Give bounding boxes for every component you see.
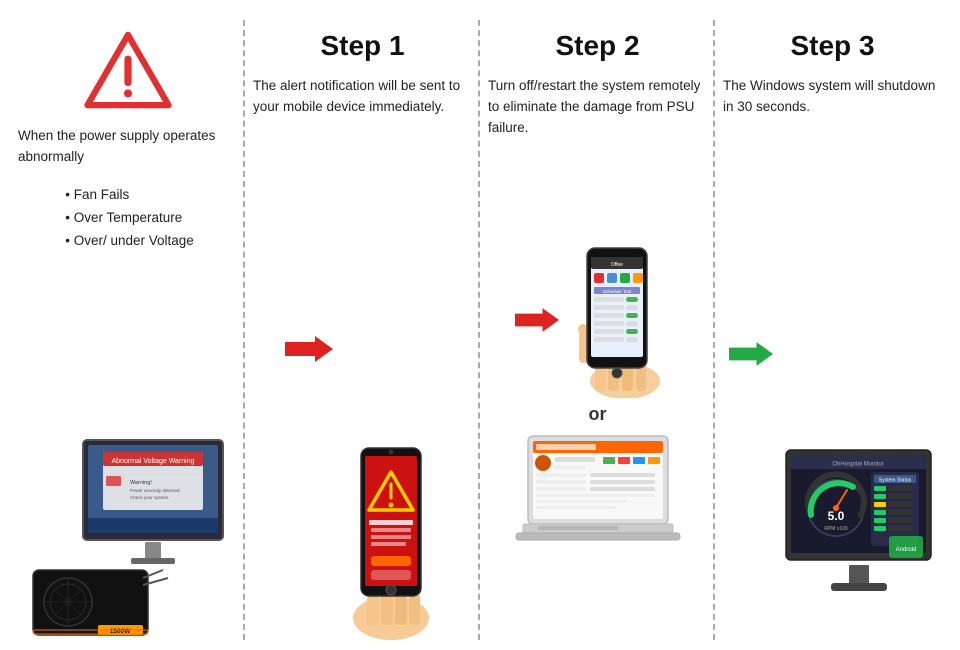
red-arrow-2	[515, 306, 559, 334]
column-step3: Step 3 The Windows system will shutdown …	[715, 20, 950, 640]
step3-image-area: OhHospital Monitor 5.0 RPM x100 System S…	[729, 128, 936, 640]
svg-text:OhHospital Monitor: OhHospital Monitor	[832, 462, 883, 468]
bullet-over-temp: Over Temperature	[65, 207, 194, 230]
bullet-fan-fails: Fan Fails	[65, 184, 194, 207]
column-warning: When the power supply operates abnormall…	[10, 20, 245, 640]
laptop-svg	[508, 431, 688, 546]
warning-triangle-icon	[83, 30, 173, 110]
phone-hand-tap-svg: Offee Schedule Tool	[565, 243, 680, 398]
psu-monitor-svg: Abnormal Voltage Warning Warning! Power …	[23, 430, 233, 640]
svg-text:Offee: Offee	[611, 262, 623, 268]
main-container: When the power supply operates abnormall…	[0, 0, 960, 650]
monitor-step3-svg: OhHospital Monitor 5.0 RPM x100 System S…	[781, 440, 936, 640]
bullet-over-voltage: Over/ under Voltage	[65, 230, 194, 253]
step3-description: The Windows system will shutdown in 30 s…	[723, 76, 942, 118]
red-arrow-1	[285, 334, 333, 364]
step1-heading: Step 1	[320, 30, 404, 62]
warning-bullet-list: Fan Fails Over Temperature Over/ under V…	[65, 184, 194, 253]
green-arrow	[729, 340, 773, 368]
svg-text:5.0: 5.0	[828, 509, 845, 523]
column-step2: Step 2 Turn off/restart the system remot…	[480, 20, 715, 640]
or-text: or	[589, 404, 607, 425]
svg-text:Check your system.: Check your system.	[130, 495, 170, 500]
step2-description: Turn off/restart the system remotely to …	[488, 76, 707, 139]
svg-text:Android: Android	[896, 547, 917, 553]
svg-text:Power anomaly detected.: Power anomaly detected.	[130, 488, 181, 493]
step1-image-area	[253, 128, 472, 640]
step2-images: Offee Schedule Tool	[488, 149, 707, 640]
svg-text:Abnormal Voltage Warning: Abnormal Voltage Warning	[111, 458, 194, 465]
svg-text:Warning!: Warning!	[130, 480, 152, 486]
psu-monitor-image-area: Abnormal Voltage Warning Warning! Power …	[18, 253, 237, 640]
svg-text:Schedule Tool: Schedule Tool	[603, 289, 631, 294]
svg-text:RPM x100: RPM x100	[824, 526, 848, 532]
step1-description: The alert notification will be sent to y…	[253, 76, 472, 118]
step3-heading: Step 3	[790, 30, 874, 62]
step2-heading: Step 2	[555, 30, 639, 62]
warning-description: When the power supply operates abnormall…	[18, 126, 237, 168]
svg-text:System Status: System Status	[879, 478, 912, 484]
column-step1: Step 1 The alert notification will be se…	[245, 20, 480, 640]
phone-step1-svg	[341, 440, 441, 640]
